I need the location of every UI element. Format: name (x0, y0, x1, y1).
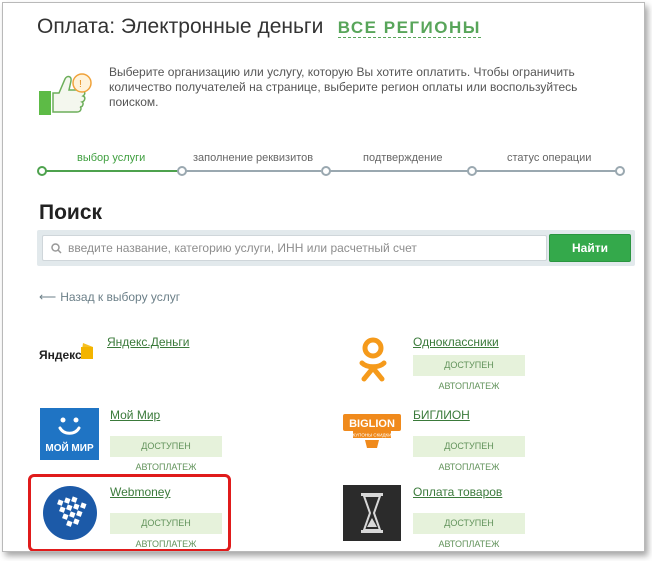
step-label-status: статус операции (507, 152, 592, 164)
step-line (43, 170, 179, 172)
yandex-logo-text: Яндекс (39, 348, 82, 362)
moy-mir-logo: МОЙ МИР (40, 408, 99, 460)
provider-name[interactable]: Мой Мир (110, 408, 160, 422)
autopay-badge: ДОСТУПЕН АВТОПЛАТЕЖ (413, 355, 525, 391)
back-link-label: Назад к выбору услуг (60, 290, 181, 304)
biglion-logo: BIGLION КУПОНЫ СКИДКИ (343, 408, 403, 468)
step-line (327, 170, 469, 172)
biglion-logo-text: BIGLION (349, 418, 395, 430)
search-input[interactable] (66, 240, 540, 256)
hint-text: Выберите организацию или услугу, которую… (109, 65, 578, 109)
odnoklassniki-logo (343, 335, 403, 395)
provider-name[interactable]: Оплата товаров (413, 485, 502, 499)
svg-text:!: ! (79, 79, 82, 90)
step-label-fill-details: заполнение реквизитов (193, 152, 314, 164)
back-to-services-link[interactable]: ⟵ Назад к выбору услуг (39, 290, 180, 304)
step-dot (615, 166, 625, 176)
webmoney-highlight-frame (28, 474, 231, 551)
step-dot (467, 166, 477, 176)
provider-moy-mir[interactable]: МОЙ МИР Мой Мир ДОСТУПЕН АВТОПЛАТЕЖ (40, 408, 280, 472)
step-dot (177, 166, 187, 176)
autopay-badge: ДОСТУПЕН АВТОПЛАТЕЖ (413, 436, 525, 472)
provider-biglion[interactable]: BIGLION КУПОНЫ СКИДКИ БИГЛИОН ДОСТУПЕН А… (343, 408, 583, 472)
provider-yandex-money[interactable]: Яндекс Яндекс.Деньги (37, 335, 277, 397)
step-dot (37, 166, 47, 176)
yandex-money-logo: Яндекс (37, 335, 97, 395)
biglion-logo-subtext: КУПОНЫ СКИДКИ (353, 433, 392, 438)
arrow-left-icon: ⟵ (39, 290, 57, 304)
step-line (185, 170, 321, 172)
step-dot (321, 166, 331, 176)
autopay-badge: ДОСТУПЕН АВТОПЛАТЕЖ (110, 436, 222, 472)
provider-oplata-tovarov[interactable]: Оплата товаров ДОСТУПЕН АВТОПЛАТЕЖ (343, 485, 583, 549)
progress-steps: выбор услуги заполнение реквизитов подтв… (37, 147, 625, 177)
autopay-badge: ДОСТУПЕН АВТОПЛАТЕЖ (413, 513, 525, 549)
step-label-confirm: подтверждение (363, 152, 443, 164)
search-icon (51, 242, 62, 254)
provider-name[interactable]: БИГЛИОН (413, 408, 470, 422)
search-heading: Поиск (39, 201, 103, 224)
page-title: Оплата: Электронные деньги (37, 15, 324, 38)
thumbs-up-icon: ! (37, 71, 93, 119)
search-bar: Найти (37, 230, 635, 266)
search-button[interactable]: Найти (549, 234, 631, 262)
provider-name[interactable]: Одноклассники (413, 335, 499, 349)
header: Оплата: Электронные деньги ВСЕ РЕГИОНЫ (37, 15, 481, 39)
moy-mir-logo-text: МОЙ МИР (45, 441, 94, 454)
provider-odnoklassniki[interactable]: Одноклассники ДОСТУПЕН АВТОПЛАТЕЖ (343, 335, 583, 397)
provider-name[interactable]: Яндекс.Деньги (107, 335, 189, 349)
hourglass-icon (343, 485, 401, 541)
payment-page: Оплата: Электронные деньги ВСЕ РЕГИОНЫ !… (2, 2, 645, 552)
all-regions-link[interactable]: ВСЕ РЕГИОНЫ (337, 18, 481, 38)
step-label-select-service: выбор услуги (77, 152, 146, 164)
step-line (475, 170, 621, 172)
search-box (42, 235, 547, 261)
